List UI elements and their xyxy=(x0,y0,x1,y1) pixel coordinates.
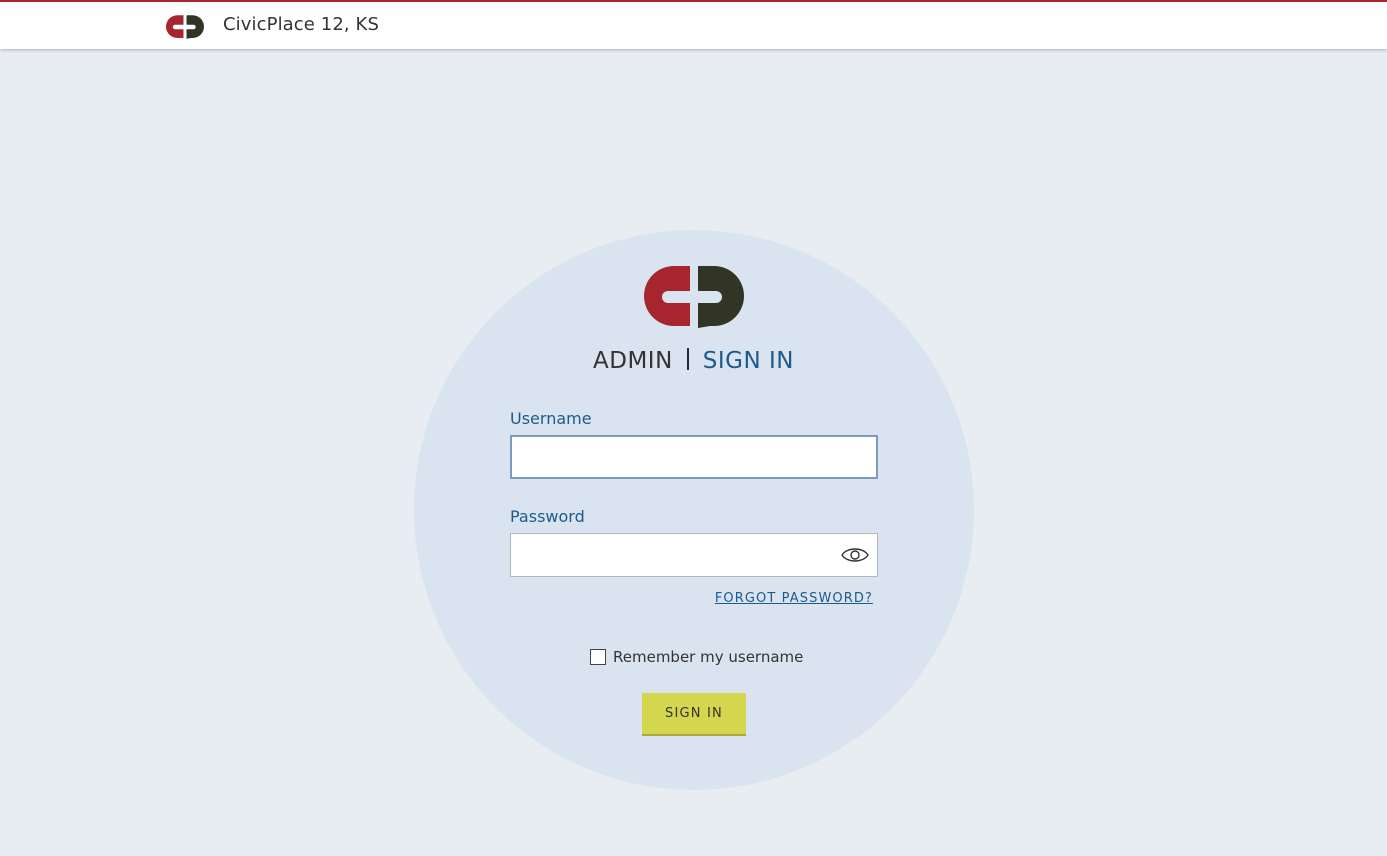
top-bar: CivicPlace 12, KS xyxy=(0,0,1387,49)
civicplace-logo-icon xyxy=(166,15,204,39)
remember-username-label[interactable]: Remember my username xyxy=(613,648,803,666)
site-title: CivicPlace 12, KS xyxy=(223,14,379,35)
heading-admin: ADMIN xyxy=(593,348,673,374)
eye-icon[interactable] xyxy=(840,543,870,567)
username-input[interactable] xyxy=(510,435,878,479)
forgot-password-link[interactable]: FORGOT PASSWORD? xyxy=(715,591,873,606)
heading-sign-in: SIGN IN xyxy=(702,348,794,374)
sign-in-button[interactable]: SIGN IN xyxy=(642,693,746,736)
password-input[interactable] xyxy=(510,533,878,577)
civicplace-logo-icon xyxy=(644,266,744,328)
username-label: Username xyxy=(510,409,592,428)
heading-separator xyxy=(686,348,689,370)
login-heading: ADMIN SIGN IN xyxy=(0,348,1387,374)
password-label: Password xyxy=(510,507,585,526)
remember-username-checkbox[interactable] xyxy=(590,649,606,665)
